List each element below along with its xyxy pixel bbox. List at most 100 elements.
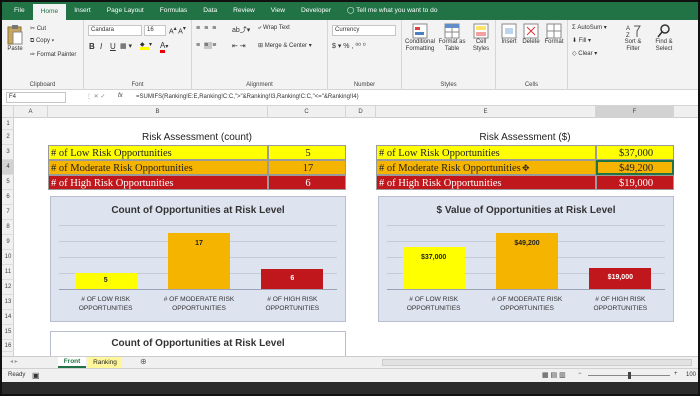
fill-color-button[interactable]: ◆ ▾: [140, 41, 152, 50]
row-value[interactable]: 6: [268, 175, 346, 190]
sheet-nav-arrows[interactable]: ◂ ▸: [10, 358, 18, 365]
column-header-a[interactable]: A: [14, 106, 48, 118]
row-label[interactable]: # of Moderate Risk Opportunities: [376, 160, 596, 175]
font-size-dropdown[interactable]: 16: [144, 25, 166, 36]
italic-button[interactable]: I: [100, 42, 102, 51]
borders-button[interactable]: ▦ ▾: [120, 42, 132, 50]
fx-label[interactable]: fx: [118, 93, 123, 99]
vertical-align-buttons[interactable]: ≡≡≡: [196, 25, 220, 32]
fill-button[interactable]: ⬇ Fill ▾: [572, 37, 591, 44]
count-chart-2[interactable]: Count of Opportunities at Risk Level: [50, 331, 346, 356]
bold-button[interactable]: B: [89, 42, 95, 51]
row-header[interactable]: 12: [2, 280, 14, 295]
cell-styles-button[interactable]: Cell Styles: [468, 23, 494, 53]
row-header[interactable]: 11: [2, 265, 14, 280]
row-header[interactable]: 5: [2, 175, 14, 190]
format-as-table-button[interactable]: Format as Table: [438, 23, 466, 53]
column-header-e[interactable]: E: [376, 106, 596, 118]
row-header[interactable]: 14: [2, 310, 14, 325]
delete-cells-button[interactable]: Delete: [520, 23, 542, 46]
tab-insert[interactable]: Insert: [66, 2, 99, 20]
number-format-buttons[interactable]: $ ▾ % , ⁰⁰ ⁰: [332, 42, 366, 50]
row-header[interactable]: 2: [2, 130, 14, 145]
cut-button[interactable]: ✂ Cut: [30, 25, 46, 32]
tab-data[interactable]: Data: [195, 2, 225, 20]
zoom-out-button[interactable]: −: [578, 371, 582, 377]
find-select-button[interactable]: Find & Select: [650, 23, 678, 53]
row-value[interactable]: $19,000: [596, 175, 674, 190]
paste-button[interactable]: Paste: [6, 24, 24, 53]
row-value[interactable]: $37,000: [596, 145, 674, 160]
table-row[interactable]: # of Low Risk Opportunities 5: [48, 145, 346, 160]
row-header[interactable]: 8: [2, 220, 14, 235]
count-chart[interactable]: Count of Opportunities at Risk Level 5 # …: [50, 196, 346, 322]
row-label[interactable]: # of Low Risk Opportunities: [376, 145, 596, 160]
chart-bar[interactable]: 6: [261, 269, 324, 289]
font-grow-shrink[interactable]: A▴ A▾: [169, 26, 186, 35]
table-row[interactable]: # of Low Risk Opportunities $37,000: [376, 145, 674, 160]
row-header[interactable]: 3: [2, 145, 14, 160]
font-color-button[interactable]: A▾: [160, 41, 168, 53]
conditional-formatting-button[interactable]: Conditional Formatting: [404, 23, 436, 53]
table-row[interactable]: # of Moderate Risk Opportunities 17: [48, 160, 346, 175]
formula-bar-buttons[interactable]: ⋮ ✕ ✓: [86, 93, 105, 100]
row-label[interactable]: # of High Risk Opportunities: [48, 175, 268, 190]
macro-record-icon[interactable]: ▣: [32, 371, 40, 380]
row-value[interactable]: 5: [268, 145, 346, 160]
row-header[interactable]: 10: [2, 250, 14, 265]
zoom-level[interactable]: 100: [686, 372, 696, 378]
tell-me-search[interactable]: ◯ Tell me what you want to do: [339, 2, 445, 20]
column-header-b[interactable]: B: [48, 106, 268, 118]
tab-page-layout[interactable]: Page Layout: [99, 2, 152, 20]
row-value-selected[interactable]: $49,200: [596, 160, 674, 175]
tab-file[interactable]: File: [6, 2, 33, 20]
zoom-in-button[interactable]: +: [674, 371, 678, 377]
zoom-slider-thumb[interactable]: [628, 372, 631, 379]
horizontal-scrollbar[interactable]: [382, 359, 692, 366]
horizontal-align-buttons[interactable]: ≡≡≡: [196, 42, 220, 49]
row-header[interactable]: 1: [2, 118, 14, 130]
row-header[interactable]: 15: [2, 325, 14, 340]
table-row[interactable]: # of High Risk Opportunities 6: [48, 175, 346, 190]
format-painter-button[interactable]: ✑ Format Painter: [30, 51, 76, 58]
table-row[interactable]: # of High Risk Opportunities $19,000: [376, 175, 674, 190]
sort-filter-button[interactable]: AZ Sort & Filter: [618, 23, 648, 53]
orientation-button[interactable]: ab⤴▾: [232, 25, 250, 35]
format-cells-button[interactable]: Format: [542, 23, 566, 46]
chart-bar[interactable]: 5: [74, 272, 137, 289]
chart-bar[interactable]: $19,000: [589, 267, 652, 289]
clear-button[interactable]: ◇ Clear ▾: [572, 50, 597, 57]
row-label[interactable]: # of Moderate Risk Opportunities: [48, 160, 268, 175]
font-name-dropdown[interactable]: Candara: [88, 25, 142, 36]
column-header-c[interactable]: C: [268, 106, 346, 118]
worksheet-grid[interactable]: Risk Assessment (count) # of Low Risk Op…: [14, 118, 698, 356]
row-header[interactable]: 6: [2, 190, 14, 205]
row-label[interactable]: # of Low Risk Opportunities: [48, 145, 268, 160]
tab-review[interactable]: Review: [225, 2, 263, 20]
name-box[interactable]: F4: [6, 92, 66, 103]
value-chart[interactable]: $ Value of Opportunities at Risk Level $…: [378, 196, 674, 322]
select-all-corner[interactable]: [2, 106, 14, 118]
column-header-f[interactable]: F: [596, 106, 674, 118]
row-header[interactable]: 4: [2, 160, 14, 175]
row-header[interactable]: 7: [2, 205, 14, 220]
indent-buttons[interactable]: ⇤ ⇥: [232, 42, 246, 50]
autosum-button[interactable]: Σ AutoSum ▾: [572, 24, 607, 31]
row-header[interactable]: 16: [2, 340, 14, 352]
sheet-tab-front[interactable]: Front: [58, 357, 86, 368]
formula-input[interactable]: =SUMIFS(Ranking!E:E,Ranking!C:C,">"&Rank…: [136, 94, 359, 100]
insert-cells-button[interactable]: Insert: [498, 23, 520, 46]
row-header[interactable]: 9: [2, 235, 14, 250]
chart-bar[interactable]: $49,200: [496, 233, 558, 289]
row-label[interactable]: # of High Risk Opportunities: [376, 175, 596, 190]
sheet-tab-ranking[interactable]: Ranking: [88, 357, 122, 368]
wrap-text-button[interactable]: ⤶ Wrap Text: [258, 25, 290, 32]
add-sheet-icon[interactable]: ⊕: [140, 357, 147, 366]
merge-center-button[interactable]: ⊞ Merge & Center ▾: [258, 42, 312, 49]
tab-home[interactable]: Home: [32, 4, 67, 20]
chart-bar[interactable]: 17: [168, 233, 230, 289]
tab-view[interactable]: View: [263, 2, 293, 20]
underline-button[interactable]: U: [110, 42, 116, 51]
tab-formulas[interactable]: Formulas: [152, 2, 195, 20]
chart-bar[interactable]: $37,000: [402, 247, 465, 289]
